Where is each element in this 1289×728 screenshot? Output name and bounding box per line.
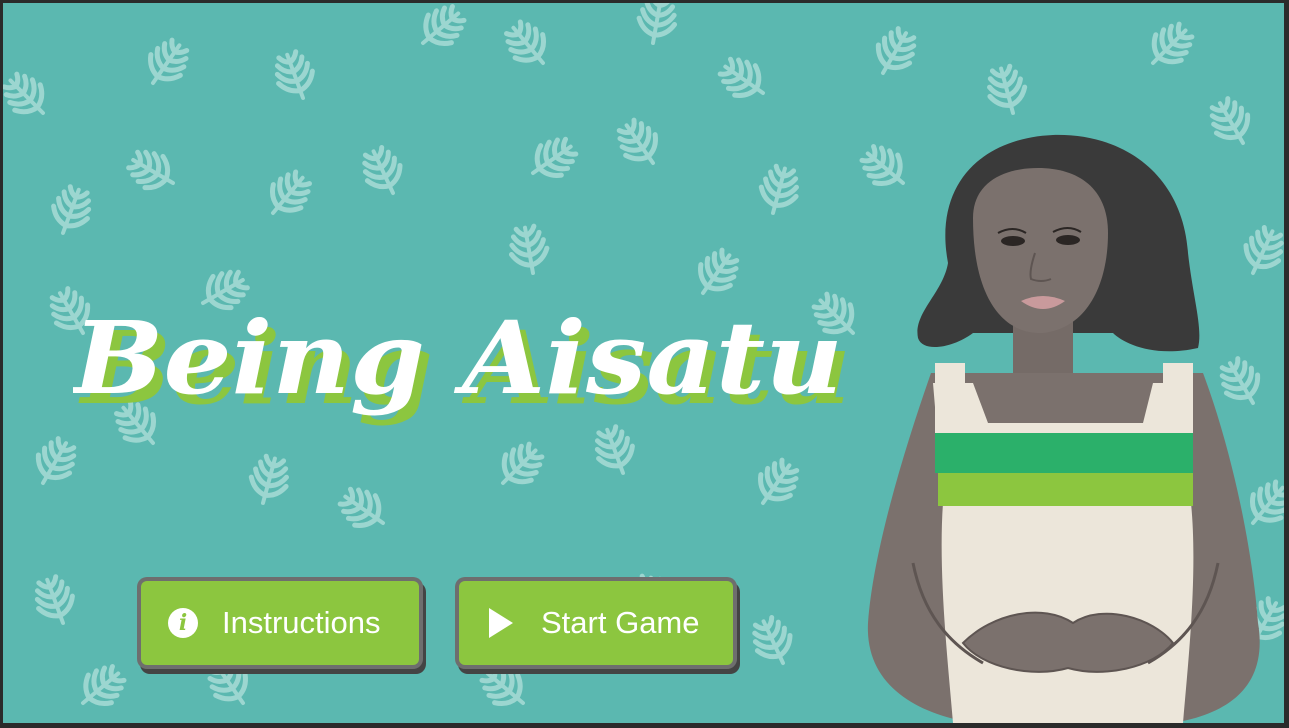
game-title-text: Being Aisatu — [73, 299, 843, 417]
play-icon — [489, 608, 513, 638]
game-screen: Being Aisatu Being Aisatu i Instructions… — [3, 3, 1284, 723]
game-title: Being Aisatu Being Aisatu — [73, 299, 851, 427]
aisatu-character-illustration — [867, 134, 1260, 723]
info-icon: i — [168, 608, 198, 638]
instructions-button[interactable]: i Instructions — [141, 581, 419, 665]
start-game-button-label: Start Game — [541, 605, 700, 640]
start-game-button[interactable]: Start Game — [459, 581, 733, 665]
instructions-button-label: Instructions — [222, 605, 381, 640]
